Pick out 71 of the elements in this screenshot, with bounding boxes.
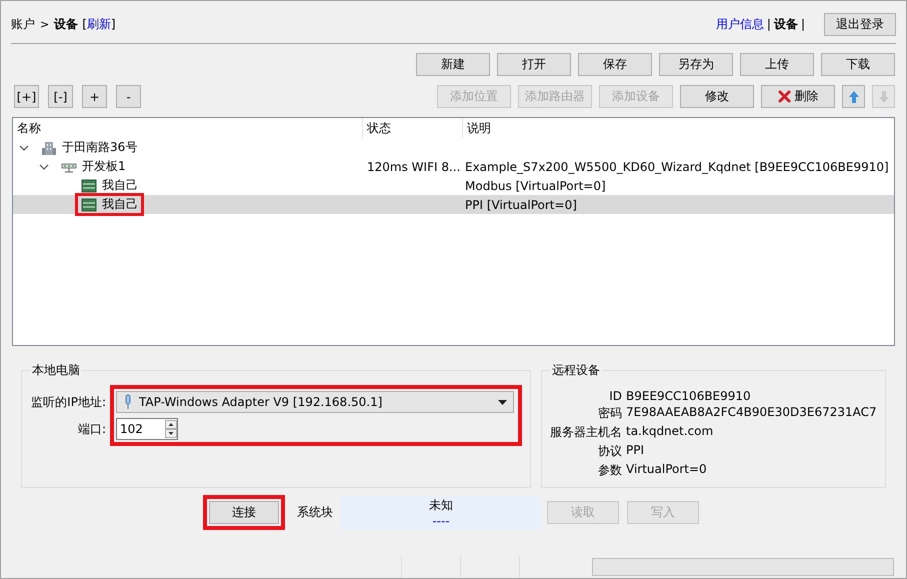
tree-item-name: 开发板1 — [82, 158, 126, 175]
tree-row[interactable]: 我自己 PPI [VirtualPort=0] — [13, 195, 894, 214]
column-header[interactable]: 说明 — [463, 118, 894, 138]
group-title: 本地电脑 — [31, 362, 81, 379]
breadcrumb-separator: > — [40, 18, 50, 30]
field-value: ta.kqdnet.com — [626, 424, 714, 440]
column-header[interactable]: 状态 — [363, 118, 463, 138]
field-label: 协议 — [597, 443, 622, 460]
dropdown-arrow-icon — [498, 400, 507, 404]
toolbar-button[interactable]: 上传 — [740, 53, 814, 76]
field-label: 密码 — [597, 405, 622, 422]
toolbar-button[interactable]: 新建 — [416, 53, 490, 76]
field-value: 7E98AAEAB8A2FC4B90E30D3E67231AC7 — [626, 405, 877, 421]
refresh-link[interactable]: 刷新 — [86, 16, 111, 30]
tree-row[interactable]: 开发板1 120ms WIFI 8... Example_S7x200_W5500_KD60_Wizard_Kqdnet [B9EE9CC106BE9910] — [13, 157, 894, 176]
description-text: PPI [VirtualPort=0] — [465, 198, 577, 212]
nav-separator: | — [800, 17, 805, 31]
tree-item-name: 我自己 — [102, 196, 138, 213]
port-spinner[interactable]: 102 — [116, 418, 178, 440]
nav-separator: | — [766, 17, 771, 31]
device-module-icon — [81, 178, 97, 194]
description-text: Modbus [VirtualPort=0] — [465, 178, 606, 192]
breadcrumb-root[interactable]: 账户 — [11, 16, 35, 30]
toolbar-button[interactable]: 打开 — [497, 53, 571, 76]
adapter-icon — [123, 394, 133, 410]
system-block-detail: ---- — [432, 514, 450, 528]
toolbar-button[interactable]: 另存为 — [659, 53, 733, 76]
chevron-down-icon[interactable] — [19, 142, 29, 152]
connect-button[interactable]: 连接 — [209, 501, 279, 524]
tree-item-name: 于田南路36号 — [62, 139, 138, 156]
tree-row[interactable]: 于田南路36号 — [13, 138, 894, 157]
field-label: 参数 — [597, 462, 622, 479]
toolbar-button[interactable]: 修改 — [680, 85, 754, 108]
up-arrow-icon — [848, 90, 860, 104]
system-block-status: 未知 — [429, 497, 453, 514]
tree-button[interactable]: [-] — [48, 85, 73, 108]
tree-item-name: 我自己 — [102, 177, 138, 194]
field-label: ID — [608, 389, 622, 403]
column-header[interactable]: 名称 — [13, 118, 363, 138]
tree-button[interactable]: + — [82, 85, 107, 108]
cross-icon — [778, 90, 790, 103]
delete-button[interactable]: 删除 — [761, 85, 835, 108]
toolbar-button[interactable]: 保存 — [578, 53, 652, 76]
user-info-link[interactable]: 用户信息 — [716, 16, 764, 32]
bracket: ] — [110, 16, 116, 30]
description-text: Example_S7x200_W5500_KD60_Wizard_Kqdnet [B9EE9CC106BE9910] — [465, 160, 889, 174]
system-block-label: 系统块 — [297, 504, 333, 521]
logout-button[interactable]: 退出登录 — [824, 12, 896, 36]
field-value: PPI — [626, 443, 646, 459]
spin-up-icon[interactable] — [165, 420, 177, 429]
field-label: 服务器主机名 — [549, 424, 622, 441]
building-icon — [41, 140, 57, 156]
group-title: 远程设备 — [551, 362, 601, 379]
bracket: [ — [82, 16, 87, 30]
toolbar-button[interactable]: 下载 — [821, 53, 895, 76]
down-arrow-icon — [878, 90, 890, 104]
tree-button[interactable]: - — [116, 85, 141, 108]
current-page-label: 设备 — [774, 16, 798, 32]
tree-button[interactable]: [+] — [14, 85, 39, 108]
breadcrumb-current: 设备 — [54, 16, 78, 30]
port-label: 端口: — [78, 420, 106, 438]
tree-row[interactable]: 我自己 Modbus [VirtualPort=0] — [13, 176, 894, 195]
field-value: B9EE9CC106BE9910 — [626, 389, 752, 403]
ip-label: 监听的IP地址: — [31, 394, 106, 410]
move-up-button[interactable] — [842, 85, 865, 108]
spin-down-icon[interactable] — [165, 429, 177, 438]
ip-dropdown[interactable]: TAP-Windows Adapter V9 [192.168.50.1] — [116, 391, 514, 413]
field-value: VirtualPort=0 — [626, 462, 708, 478]
device-module-icon — [81, 196, 97, 212]
chevron-down-icon[interactable] — [39, 162, 49, 172]
status-text: 120ms WIFI 8... — [367, 160, 460, 174]
